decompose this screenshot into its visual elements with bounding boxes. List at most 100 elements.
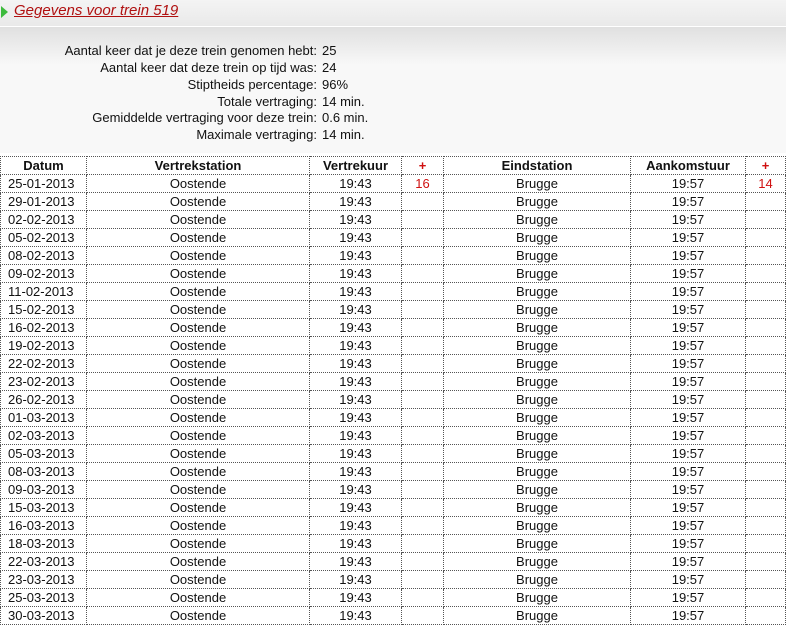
stat-label: Stiptheids percentage: <box>187 77 317 92</box>
cell-arrival-station: Brugge <box>443 462 631 481</box>
table-row: 09-02-2013 Oostende 19:43 Brugge 19:57 <box>0 264 786 283</box>
cell-departure-delay <box>401 570 444 589</box>
cell-date: 05-02-2013 <box>0 228 87 247</box>
cell-arrival-delay <box>745 570 786 589</box>
table-row: 16-03-2013 Oostende 19:43 Brugge 19:57 <box>0 516 786 535</box>
cell-date: 16-03-2013 <box>0 516 87 535</box>
cell-arrival-time: 19:57 <box>630 192 746 211</box>
column-header-arrival-delay: + <box>745 156 786 175</box>
stat-label: Totale vertraging: <box>217 94 317 109</box>
stat-label: Maximale vertraging: <box>196 127 317 142</box>
cell-arrival-time: 19:57 <box>630 480 746 499</box>
cell-arrival-station: Brugge <box>443 480 631 499</box>
cell-departure-station: Oostende <box>86 354 310 373</box>
cell-departure-station: Oostende <box>86 372 310 391</box>
cell-departure-time: 19:43 <box>309 246 402 265</box>
cell-arrival-time: 19:57 <box>630 444 746 463</box>
cell-arrival-time: 19:57 <box>630 300 746 319</box>
cell-date: 09-02-2013 <box>0 264 87 283</box>
table-row: 22-02-2013 Oostende 19:43 Brugge 19:57 <box>0 354 786 373</box>
cell-date: 02-03-2013 <box>0 426 87 445</box>
cell-departure-station: Oostende <box>86 192 310 211</box>
cell-departure-time: 19:43 <box>309 606 402 625</box>
cell-date: 22-02-2013 <box>0 354 87 373</box>
cell-arrival-delay <box>745 192 786 211</box>
cell-arrival-station: Brugge <box>443 300 631 319</box>
cell-departure-delay <box>401 210 444 229</box>
stat-label: Aantal keer dat deze trein op tijd was: <box>100 60 317 75</box>
cell-date: 19-02-2013 <box>0 336 87 355</box>
stat-value: 14 min. <box>322 127 365 142</box>
cell-departure-delay <box>401 552 444 571</box>
cell-arrival-station: Brugge <box>443 444 631 463</box>
cell-departure-delay <box>401 264 444 283</box>
table-row: 30-03-2013 Oostende 19:43 Brugge 19:57 <box>0 606 786 625</box>
cell-arrival-delay <box>745 480 786 499</box>
cell-arrival-time: 19:57 <box>630 588 746 607</box>
table-row: 15-03-2013 Oostende 19:43 Brugge 19:57 <box>0 498 786 517</box>
stat-value: 24 <box>322 60 337 75</box>
cell-date: 08-03-2013 <box>0 462 87 481</box>
cell-departure-station: Oostende <box>86 480 310 499</box>
cell-departure-delay <box>401 390 444 409</box>
cell-arrival-station: Brugge <box>443 372 631 391</box>
stat-value: 0.6 min. <box>322 110 369 125</box>
cell-departure-delay <box>401 318 444 337</box>
cell-departure-station: Oostende <box>86 210 310 229</box>
cell-date: 09-03-2013 <box>0 480 87 499</box>
stat-value: 25 <box>322 43 337 58</box>
cell-date: 15-02-2013 <box>0 300 87 319</box>
table-row: 25-03-2013 Oostende 19:43 Brugge 19:57 <box>0 588 786 607</box>
cell-departure-delay <box>401 246 444 265</box>
cell-arrival-time: 19:57 <box>630 534 746 553</box>
cell-date: 02-02-2013 <box>0 210 87 229</box>
cell-departure-time: 19:43 <box>309 516 402 535</box>
cell-departure-delay: 16 <box>401 174 444 193</box>
table-row: 18-03-2013 Oostende 19:43 Brugge 19:57 <box>0 534 786 553</box>
cell-arrival-delay <box>745 498 786 517</box>
column-header-arrival-station: Eindstation <box>443 156 631 175</box>
cell-date: 23-02-2013 <box>0 372 87 391</box>
cell-arrival-delay <box>745 210 786 229</box>
cell-arrival-station: Brugge <box>443 606 631 625</box>
cell-arrival-station: Brugge <box>443 498 631 517</box>
cell-arrival-time: 19:57 <box>630 174 746 193</box>
page-title[interactable]: Gegevens voor trein 519 <box>14 2 178 19</box>
cell-departure-delay <box>401 354 444 373</box>
cell-arrival-delay <box>745 462 786 481</box>
cell-arrival-station: Brugge <box>443 336 631 355</box>
stat-label: Aantal keer dat je deze trein genomen he… <box>64 43 317 58</box>
cell-departure-delay <box>401 372 444 391</box>
cell-departure-delay <box>401 534 444 553</box>
table-row: 02-03-2013 Oostende 19:43 Brugge 19:57 <box>0 426 786 445</box>
cell-arrival-station: Brugge <box>443 246 631 265</box>
cell-arrival-time: 19:57 <box>630 390 746 409</box>
cell-departure-time: 19:43 <box>309 264 402 283</box>
cell-departure-time: 19:43 <box>309 444 402 463</box>
cell-departure-time: 19:43 <box>309 300 402 319</box>
cell-date: 30-03-2013 <box>0 606 87 625</box>
table-row: 15-02-2013 Oostende 19:43 Brugge 19:57 <box>0 300 786 319</box>
cell-departure-station: Oostende <box>86 444 310 463</box>
cell-arrival-station: Brugge <box>443 318 631 337</box>
stat-label: Gemiddelde vertraging voor deze trein: <box>92 110 317 125</box>
cell-departure-station: Oostende <box>86 606 310 625</box>
stat-punctuality: Stiptheids percentage: 96% <box>0 77 786 94</box>
column-header-departure-time: Vertrekuur <box>309 156 402 175</box>
table-row: 01-03-2013 Oostende 19:43 Brugge 19:57 <box>0 408 786 427</box>
table-row: 25-01-2013 Oostende 19:43 16 Brugge 19:57 14 <box>0 174 786 193</box>
cell-departure-station: Oostende <box>86 228 310 247</box>
table-row: 05-03-2013 Oostende 19:43 Brugge 19:57 <box>0 444 786 463</box>
cell-departure-station: Oostende <box>86 462 310 481</box>
stat-times-taken: Aantal keer dat je deze trein genomen he… <box>0 43 786 60</box>
cell-arrival-delay <box>745 264 786 283</box>
cell-arrival-station: Brugge <box>443 282 631 301</box>
cell-arrival-delay <box>745 588 786 607</box>
cell-departure-station: Oostende <box>86 336 310 355</box>
cell-arrival-station: Brugge <box>443 570 631 589</box>
cell-arrival-time: 19:57 <box>630 606 746 625</box>
cell-departure-time: 19:43 <box>309 282 402 301</box>
cell-departure-time: 19:43 <box>309 354 402 373</box>
cell-arrival-time: 19:57 <box>630 282 746 301</box>
cell-date: 25-01-2013 <box>0 174 87 193</box>
